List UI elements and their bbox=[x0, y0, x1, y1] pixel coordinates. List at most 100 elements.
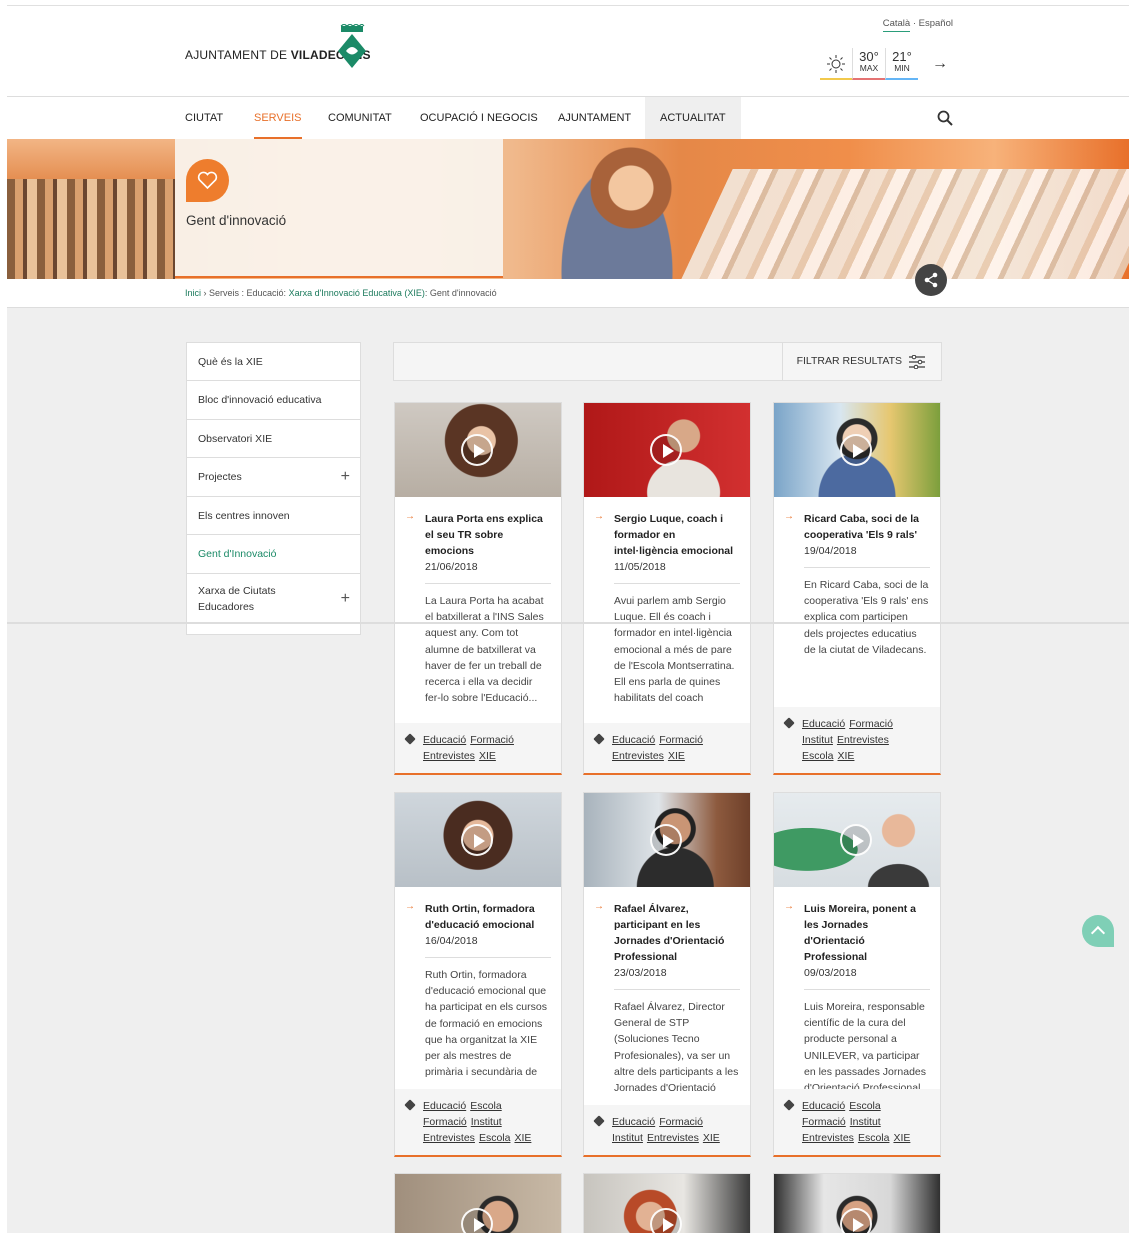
play-icon[interactable] bbox=[461, 434, 493, 466]
card-date: 21/06/2018 bbox=[425, 561, 478, 573]
nav-ajuntament[interactable]: AJUNTAMENT bbox=[558, 97, 631, 139]
sidebar-item-centres[interactable]: Els centres innoven bbox=[187, 497, 360, 535]
sidebar-item-projectes[interactable]: Projectes + bbox=[187, 458, 360, 497]
play-icon[interactable] bbox=[650, 824, 682, 856]
sidebar-item-que-es[interactable]: Què és la XIE bbox=[187, 343, 360, 381]
tag-link[interactable]: Institut bbox=[471, 1116, 502, 1128]
news-card[interactable] bbox=[583, 1173, 751, 1233]
tag-link[interactable]: XIE bbox=[703, 1132, 720, 1144]
nav-comunitat[interactable]: COMUNITAT bbox=[328, 97, 392, 139]
sidebar-item-bloc[interactable]: Bloc d'innovació educativa bbox=[187, 381, 360, 420]
tag-link[interactable]: Formació bbox=[659, 734, 703, 746]
card-body: → Rafael Álvarez, participant en les Jor… bbox=[584, 887, 750, 1096]
nav-ocupacio[interactable]: OCUPACIÓ I NEGOCIS bbox=[420, 97, 538, 139]
card-title[interactable]: Rafael Álvarez, participant en les Jorna… bbox=[614, 901, 740, 965]
tag-link[interactable]: Institut bbox=[612, 1132, 643, 1144]
tag-link[interactable]: Institut bbox=[802, 734, 833, 746]
news-card[interactable]: → Ruth Ortin, formadora d'educació emoci… bbox=[394, 792, 562, 1157]
tag-link[interactable]: Entrevistes bbox=[423, 1132, 475, 1144]
arrow-right-icon[interactable]: → bbox=[932, 55, 948, 73]
tag-link[interactable]: Escola bbox=[849, 1100, 881, 1112]
back-to-top-button[interactable] bbox=[1082, 915, 1114, 947]
lang-catala[interactable]: Català bbox=[882, 18, 911, 32]
tag-link[interactable]: Educació bbox=[423, 734, 466, 746]
news-card[interactable] bbox=[394, 1173, 562, 1233]
hero-image-child bbox=[547, 139, 687, 279]
video-thumbnail[interactable] bbox=[395, 403, 561, 497]
card-title[interactable]: Sergio Luque, coach i formador en intel·… bbox=[614, 511, 740, 559]
play-icon[interactable] bbox=[840, 1208, 872, 1233]
video-thumbnail[interactable] bbox=[774, 1174, 940, 1233]
search-icon[interactable] bbox=[936, 109, 954, 127]
sun-icon bbox=[820, 48, 852, 80]
site-logo[interactable]: AJUNTAMENT DE VILADECANS bbox=[185, 24, 371, 68]
card-title[interactable]: Ricard Caba, soci de la cooperativa 'Els… bbox=[804, 511, 930, 543]
news-card[interactable]: → Rafael Álvarez, participant en les Jor… bbox=[583, 792, 751, 1157]
nav-serveis[interactable]: SERVEIS bbox=[254, 97, 302, 139]
video-thumbnail[interactable] bbox=[395, 793, 561, 887]
breadcrumb-home[interactable]: Inici bbox=[185, 288, 201, 298]
filter-button[interactable]: FILTRAR RESULTATS bbox=[781, 343, 941, 380]
tag-link[interactable]: XIE bbox=[668, 750, 685, 762]
card-title[interactable]: Laura Porta ens explica el seu TR sobre … bbox=[425, 511, 551, 559]
tag-link[interactable]: XIE bbox=[514, 1132, 531, 1144]
sidebar-item-observatori[interactable]: Observatori XIE bbox=[187, 420, 360, 458]
temp-min-label: MIN bbox=[894, 63, 910, 73]
nav-ciutat[interactable]: CIUTAT bbox=[185, 97, 223, 139]
share-button[interactable] bbox=[915, 264, 947, 296]
play-icon[interactable] bbox=[650, 434, 682, 466]
tag-link[interactable]: Formació bbox=[470, 734, 514, 746]
video-thumbnail[interactable] bbox=[395, 1174, 561, 1233]
video-thumbnail[interactable] bbox=[774, 793, 940, 887]
page-title: Gent d'innovació bbox=[186, 213, 287, 228]
play-icon[interactable] bbox=[650, 1208, 682, 1233]
tag-link[interactable]: Educació bbox=[802, 1100, 845, 1112]
lang-espanol[interactable]: Español bbox=[919, 18, 953, 29]
tag-link[interactable]: Formació bbox=[659, 1116, 703, 1128]
tag-link[interactable]: Escola bbox=[802, 750, 834, 762]
news-card[interactable]: → Ricard Caba, soci de la cooperativa 'E… bbox=[773, 402, 941, 775]
tag-link[interactable]: Educació bbox=[802, 718, 845, 730]
weather-widget[interactable]: 30° MAX 21° MIN → bbox=[820, 48, 948, 80]
plus-icon[interactable]: + bbox=[341, 468, 350, 486]
temp-max-value: 30° bbox=[859, 49, 879, 64]
card-title[interactable]: Ruth Ortin, formadora d'educació emocion… bbox=[425, 901, 551, 933]
tag-link[interactable]: Escola bbox=[479, 1132, 511, 1144]
video-thumbnail[interactable] bbox=[584, 403, 750, 497]
play-icon[interactable] bbox=[840, 824, 872, 856]
tag-link[interactable]: XIE bbox=[838, 750, 855, 762]
tag-link[interactable]: Institut bbox=[850, 1116, 881, 1128]
play-icon[interactable] bbox=[461, 1208, 493, 1233]
tag-link[interactable]: Entrevistes bbox=[647, 1132, 699, 1144]
tag-link[interactable]: Formació bbox=[423, 1116, 467, 1128]
news-card[interactable]: → Laura Porta ens explica el seu TR sobr… bbox=[394, 402, 562, 775]
plus-icon[interactable]: + bbox=[341, 590, 350, 607]
tag-link[interactable]: Educació bbox=[612, 1116, 655, 1128]
play-icon[interactable] bbox=[840, 434, 872, 466]
card-title[interactable]: Luis Moreira, ponent a les Jornades d'Or… bbox=[804, 901, 930, 965]
tag-link[interactable]: Educació bbox=[612, 734, 655, 746]
news-card[interactable]: → Luis Moreira, ponent a les Jornades d'… bbox=[773, 792, 941, 1157]
news-card[interactable] bbox=[773, 1173, 941, 1233]
video-thumbnail[interactable] bbox=[774, 403, 940, 497]
tag-link[interactable]: Entrevistes bbox=[423, 750, 475, 762]
play-icon[interactable] bbox=[461, 824, 493, 856]
tag-link[interactable]: Formació bbox=[849, 718, 893, 730]
arrow-right-icon: → bbox=[594, 901, 604, 912]
tag-link[interactable]: Entrevistes bbox=[837, 734, 889, 746]
tag-link[interactable]: XIE bbox=[479, 750, 496, 762]
sidebar-item-xarxa[interactable]: Xarxa de Ciutats Educadores + bbox=[187, 574, 360, 624]
tag-link[interactable]: Entrevistes bbox=[802, 1132, 854, 1144]
video-thumbnail[interactable] bbox=[584, 793, 750, 887]
breadcrumb-xie[interactable]: Xarxa d'Innovació Educativa (XIE) bbox=[289, 288, 425, 298]
tag-link[interactable]: Educació bbox=[423, 1100, 466, 1112]
tag-link[interactable]: XIE bbox=[893, 1132, 910, 1144]
news-card[interactable]: → Sergio Luque, coach i formador en inte… bbox=[583, 402, 751, 775]
tag-link[interactable]: Escola bbox=[858, 1132, 890, 1144]
video-thumbnail[interactable] bbox=[584, 1174, 750, 1233]
nav-actualitat[interactable]: ACTUALITAT bbox=[645, 97, 741, 139]
tag-link[interactable]: Entrevistes bbox=[612, 750, 664, 762]
sidebar-item-gent[interactable]: Gent d'Innovació bbox=[187, 535, 360, 574]
tag-link[interactable]: Formació bbox=[802, 1116, 846, 1128]
tag-link[interactable]: Escola bbox=[470, 1100, 502, 1112]
